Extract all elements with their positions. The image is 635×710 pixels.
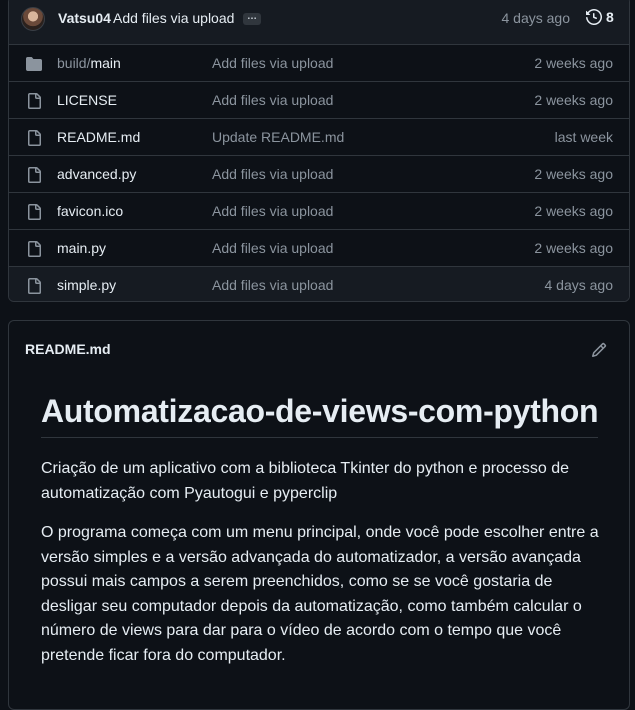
file-row[interactable]: simple.py Add files via upload 4 days ago [9, 267, 629, 301]
avatar[interactable] [21, 7, 45, 31]
file-row[interactable]: LICENSE Add files via upload 2 weeks ago [9, 82, 629, 119]
commit-time[interactable]: 4 days ago [502, 10, 571, 26]
file-name-link[interactable]: README.md [57, 129, 140, 145]
file-name-text[interactable]: README.md [57, 129, 140, 145]
file-name-text[interactable]: favicon.ico [57, 203, 123, 219]
file-commit-time: 2 weeks ago [534, 55, 613, 71]
file-browser: Vatsu04 Add files via upload … 4 days ag… [8, 0, 630, 302]
file-list: build/main Add files via upload 2 weeks ag… [9, 45, 629, 301]
readme-filename[interactable]: README.md [25, 341, 111, 357]
commit-author-link[interactable]: Vatsu04 [58, 10, 111, 26]
file-commit-time: last week [554, 129, 613, 145]
readme-panel: README.md Automatizacao-de-views-com-pyt… [8, 320, 630, 710]
file-commit-time: 2 weeks ago [534, 240, 613, 256]
file-icon [26, 93, 42, 109]
file-commit-message-link[interactable]: Add files via upload [212, 166, 333, 182]
file-name-text[interactable]: simple.py [57, 277, 116, 293]
file-name-link[interactable]: main.py [57, 240, 106, 256]
file-name-link[interactable]: LICENSE [57, 92, 117, 108]
file-name-link[interactable]: advanced.py [57, 166, 136, 182]
file-icon [26, 130, 42, 146]
file-commit-time: 2 weeks ago [534, 166, 613, 182]
readme-paragraph: O programa começa com um menu principal,… [41, 524, 599, 664]
file-commit-time: 2 weeks ago [534, 92, 613, 108]
file-row[interactable]: advanced.py Add files via upload 2 weeks a… [9, 156, 629, 193]
file-icon [26, 167, 42, 183]
file-commit-time: 2 weeks ago [534, 203, 613, 219]
file-icon [26, 278, 42, 294]
file-row[interactable]: favicon.ico Add files via upload 2 weeks a… [9, 193, 629, 230]
file-commit-message-link[interactable]: Add files via upload [212, 203, 333, 219]
history-icon [586, 9, 602, 25]
file-name-text[interactable]: advanced.py [57, 166, 136, 182]
latest-commit-bar: Vatsu04 Add files via upload … 4 days ag… [9, 0, 629, 45]
file-name-text[interactable]: main.py [57, 240, 106, 256]
file-row[interactable]: main.py Add files via upload 2 weeks ago [9, 230, 629, 267]
file-icon [26, 204, 42, 220]
commit-message-link[interactable]: Add files via upload [113, 10, 234, 26]
commit-history-button[interactable]: 8 [586, 9, 614, 25]
readme-heading: Automatizacao-de-views-com-python [41, 393, 599, 438]
file-icon [26, 241, 42, 257]
file-commit-message-link[interactable]: Add files via upload [212, 92, 333, 108]
readme-paragraph: Criação de um aplicativo com a bibliotec… [41, 460, 569, 502]
file-commit-message-link[interactable]: Add files via upload [212, 240, 333, 256]
file-commit-message-link[interactable]: Add files via upload [212, 277, 333, 293]
file-name-link[interactable]: simple.py [57, 277, 116, 293]
folder-icon [26, 56, 42, 72]
file-name-text[interactable]: LICENSE [57, 92, 117, 108]
file-name-link[interactable]: favicon.ico [57, 203, 123, 219]
commit-count: 8 [606, 9, 614, 25]
edit-readme-button[interactable] [591, 342, 607, 358]
file-commit-message-link[interactable]: Update README.md [212, 129, 344, 145]
file-name-text[interactable]: main [90, 55, 120, 71]
folder-name-link[interactable]: build/main [57, 55, 121, 71]
folder-path-prefix[interactable]: build/ [57, 55, 90, 71]
file-row[interactable]: build/main Add files via upload 2 weeks ag… [9, 45, 629, 82]
commit-details-toggle-button[interactable]: … [243, 12, 261, 25]
file-commit-time: 4 days ago [544, 277, 614, 293]
file-row[interactable]: README.md Update README.md last week [9, 119, 629, 156]
file-commit-message-link[interactable]: Add files via upload [212, 55, 333, 71]
pencil-icon [591, 342, 607, 362]
